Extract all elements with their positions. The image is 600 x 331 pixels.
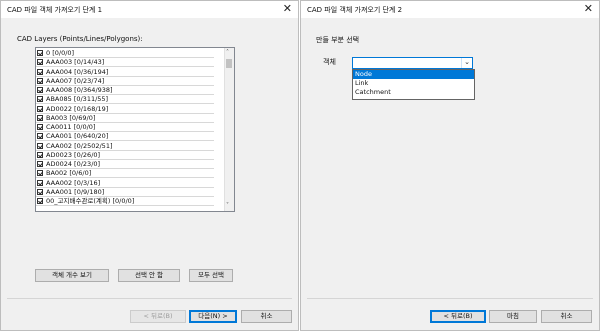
layer-label: ABA085 [0/311/55]: [46, 95, 109, 104]
layer-label: BA003 [0/69/0]: [46, 113, 96, 122]
layer-checkbox[interactable]: [37, 59, 43, 66]
layer-label: AD0024 [0/23/0]: [46, 160, 101, 168]
layer-checkbox[interactable]: [37, 161, 43, 167]
layer-label: CAA002 [0/2502/51]: [46, 141, 113, 150]
dropdown-option[interactable]: Node: [353, 70, 474, 79]
back-button[interactable]: < 뒤로(B): [130, 310, 186, 323]
layer-label: 0 [0/0/0]: [46, 49, 75, 57]
layer-checkbox[interactable]: [37, 77, 43, 84]
layer-label: AAA002 [0/3/16]: [46, 178, 101, 187]
layer-checkbox[interactable]: [37, 87, 43, 93]
import-step2-window: CAD 파일 객체 가져오기 단계 2 ✕ 만들 부분 선택 객체 ⌄ Node…: [300, 0, 600, 331]
layer-label: AAA008 [0/364/938]: [46, 86, 113, 94]
layer-label: AD0022 [0/168/19]: [46, 104, 109, 113]
chevron-down-icon[interactable]: ⌄: [461, 58, 472, 68]
layer-row[interactable]: AAA004 [0/36/194]: [36, 68, 214, 77]
layer-row[interactable]: AD0023 [0/26/0]: [36, 151, 214, 160]
dropdown-option[interactable]: Catchment: [353, 88, 474, 97]
layer-row[interactable]: AAA003 [0/14/43]: [36, 58, 214, 68]
scroll-down-icon[interactable]: ˅: [226, 203, 229, 209]
layer-row[interactable]: BA003 [0/69/0]: [36, 114, 214, 123]
layers-scrollbar[interactable]: ˄ ˅: [224, 48, 234, 211]
close-icon[interactable]: ✕: [584, 3, 593, 14]
layer-checkbox[interactable]: [37, 188, 43, 195]
layer-label: AAA007 [0/23/74]: [46, 76, 105, 85]
layer-checkbox[interactable]: [37, 142, 43, 149]
layer-row[interactable]: AD0024 [0/23/0]: [36, 160, 214, 169]
layer-checkbox[interactable]: [37, 170, 43, 177]
layer-checkbox[interactable]: [37, 198, 43, 204]
title-bar: CAD 파일 객체 가져오기 단계 1 ✕: [1, 1, 298, 18]
layer-checkbox[interactable]: [37, 133, 43, 140]
next-button[interactable]: 다음(N) >: [189, 310, 237, 323]
cancel-button[interactable]: 취소: [241, 310, 292, 323]
layer-row[interactable]: AAA002 [0/3/16]: [36, 179, 214, 188]
layer-row[interactable]: BA002 [0/6/0]: [36, 169, 214, 179]
layer-checkbox[interactable]: [37, 124, 43, 130]
layer-row[interactable]: 0 [0/0/0]: [36, 49, 214, 58]
layer-label: 00_고지배수관로(계획) [0/0/0]: [46, 197, 135, 205]
layer-label: AAA004 [0/36/194]: [46, 67, 109, 76]
back-button[interactable]: < 뒤로(B): [430, 310, 486, 323]
layer-checkbox[interactable]: [37, 114, 43, 121]
deselect-all-button[interactable]: 선택 안 함: [118, 269, 180, 282]
cad-layers-list[interactable]: ˄ ˅ 0 [0/0/0] AAA003 [0/14/43] AAA004 [0/3…: [35, 47, 235, 212]
title-bar: CAD 파일 객체 가져오기 단계 2 ✕: [301, 1, 599, 18]
layer-row[interactable]: AAA008 [0/364/938]: [36, 86, 214, 95]
layer-checkbox[interactable]: [37, 179, 43, 186]
scroll-up-icon[interactable]: ˄: [226, 50, 229, 56]
layer-row[interactable]: ABA085 [0/311/55]: [36, 95, 214, 105]
object-dropdown-list[interactable]: Node Link Catchment: [352, 69, 475, 100]
layer-checkbox[interactable]: [37, 105, 43, 112]
layer-row[interactable]: AAA001 [0/9/180]: [36, 188, 214, 197]
footer-separator: [307, 298, 593, 299]
import-step1-window: CAD 파일 객체 가져오기 단계 1 ✕ CAD Layers (Points…: [0, 0, 299, 331]
layer-row[interactable]: AD0022 [0/168/19]: [36, 105, 214, 114]
layer-checkbox[interactable]: [37, 68, 43, 75]
close-icon[interactable]: ✕: [283, 3, 292, 14]
footer-separator: [7, 298, 292, 299]
layer-label: BA002 [0/6/0]: [46, 169, 92, 178]
object-label: 객체: [323, 58, 336, 66]
layer-row[interactable]: CAA002 [0/2502/51]: [36, 142, 214, 151]
layer-checkbox[interactable]: [37, 96, 43, 103]
layer-label: AAA003 [0/14/43]: [46, 58, 105, 67]
cancel-button[interactable]: 취소: [541, 310, 592, 323]
layer-checkbox[interactable]: [37, 50, 43, 56]
layer-label: AD0023 [0/26/0]: [46, 150, 101, 159]
view-object-count-button[interactable]: 객체 개수 보기: [35, 269, 109, 282]
cad-layers-label: CAD Layers (Points/Lines/Polygons):: [17, 35, 143, 43]
layer-checkbox[interactable]: [37, 151, 43, 158]
finish-button[interactable]: 마침: [489, 310, 537, 323]
object-combobox[interactable]: ⌄: [352, 57, 473, 69]
window-title: CAD 파일 객체 가져오기 단계 2: [307, 6, 403, 14]
layer-label: AAA001 [0/9/180]: [46, 187, 105, 196]
select-parts-label: 만들 부분 선택: [316, 36, 360, 44]
layer-row[interactable]: 00_고지배수관로(계획) [0/0/0]: [36, 197, 214, 206]
layer-row[interactable]: AAA007 [0/23/74]: [36, 77, 214, 86]
scroll-thumb[interactable]: [226, 59, 232, 68]
select-all-button[interactable]: 모두 선택: [189, 269, 233, 282]
layer-label: CAA001 [0/640/20]: [46, 132, 109, 141]
layer-label: CA0011 [0/0/0]: [46, 123, 96, 131]
window-title: CAD 파일 객체 가져오기 단계 1: [7, 6, 103, 14]
layer-row[interactable]: CAA001 [0/640/20]: [36, 132, 214, 142]
layer-row[interactable]: CA0011 [0/0/0]: [36, 123, 214, 132]
dropdown-option[interactable]: Link: [353, 79, 474, 88]
